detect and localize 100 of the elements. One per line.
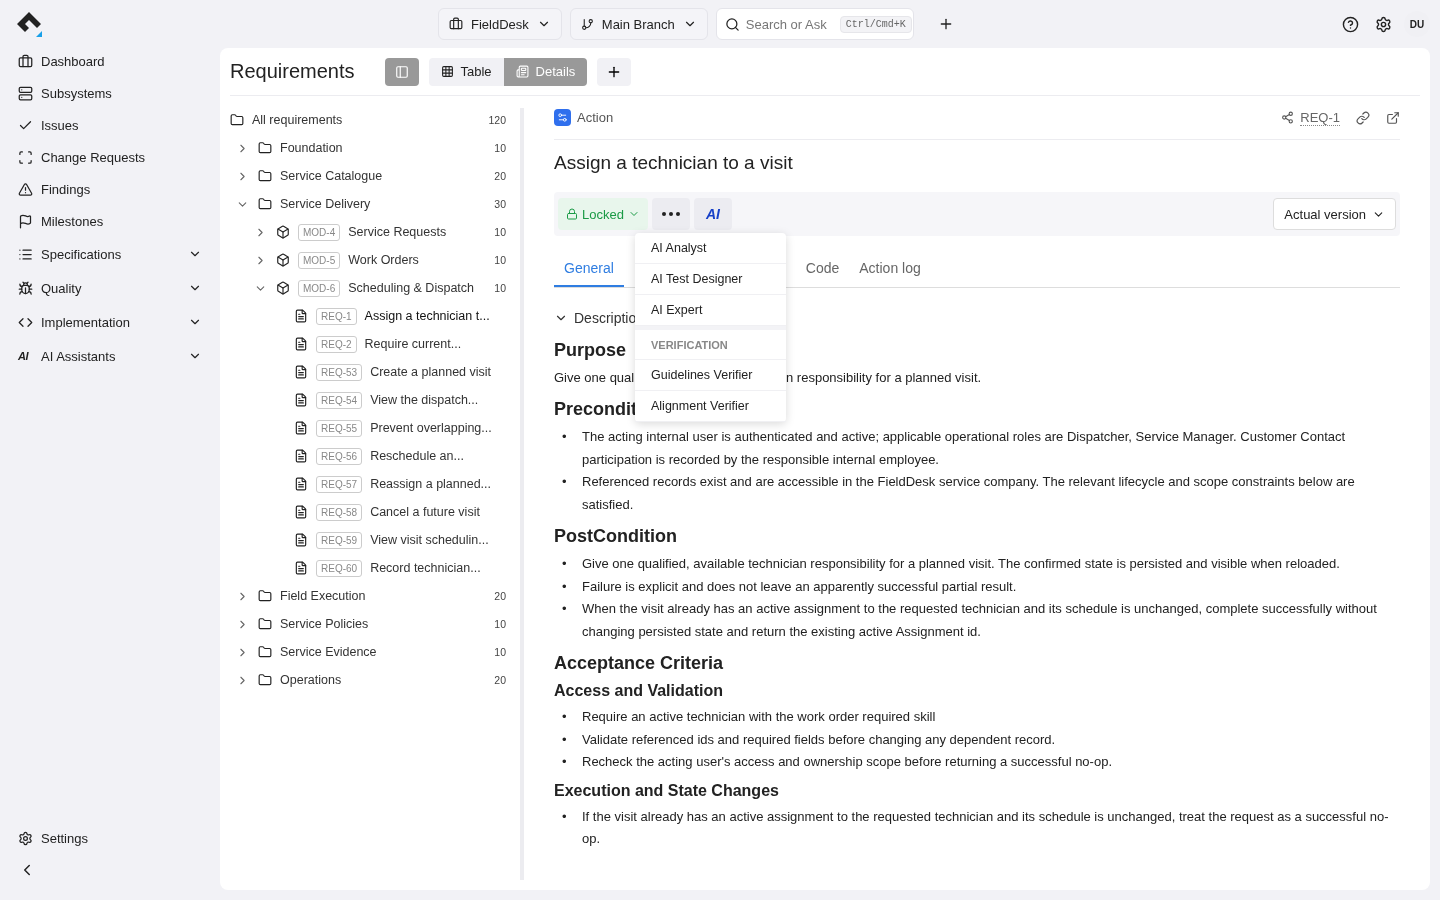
- item-count: 10: [494, 646, 506, 658]
- bullet-text: Failure is explicit and does not leave an apparently successful partial result.: [582, 577, 1018, 596]
- id-badge: MOD-5: [298, 251, 341, 269]
- nav-item[interactable]: Quality: [10, 271, 210, 305]
- tree-item[interactable]: Service Requests: [348, 225, 487, 239]
- menu-item[interactable]: Alignment Verifier: [635, 391, 786, 422]
- tree-item[interactable]: Foundation: [280, 141, 487, 155]
- id-badge: REQ-2: [316, 335, 357, 353]
- tree-item[interactable]: Reschedule an...: [370, 449, 506, 463]
- tree-item[interactable]: Field Execution: [280, 589, 487, 603]
- bullet-marker: •: [561, 807, 568, 826]
- more-button[interactable]: [651, 198, 690, 230]
- grid-icon: [440, 65, 454, 78]
- document-icon: [294, 449, 308, 463]
- branch-icon: [580, 17, 594, 31]
- menu-section-label: VERIFICATION: [635, 326, 786, 360]
- tree-item[interactable]: Assign a technician t...: [364, 309, 506, 323]
- section-heading: Acceptance Criteria: [554, 653, 724, 674]
- external-link-icon[interactable]: [1386, 110, 1400, 125]
- tree-item[interactable]: View visit schedulin...: [370, 533, 506, 547]
- bullet-text: Validate referenced ids and required fields before changing any dependent record.: [582, 730, 1057, 749]
- subsection-heading: Execution and State Changes: [554, 781, 779, 800]
- ai-button[interactable]: AI: [693, 198, 732, 230]
- nav-item[interactable]: Specifications: [10, 237, 210, 271]
- tree-item[interactable]: Service Catalogue: [280, 169, 487, 183]
- branch-selector[interactable]: Main Branch: [569, 8, 708, 40]
- nav-item[interactable]: Change Requests: [10, 141, 210, 173]
- section-toggle[interactable]: Descriptio: [574, 310, 637, 326]
- project-selector[interactable]: FieldDesk: [438, 8, 562, 40]
- nav-item[interactable]: Subsystems: [10, 77, 210, 109]
- bullet-marker: •: [561, 428, 568, 446]
- tab[interactable]: Action log: [849, 250, 931, 287]
- add-button[interactable]: [597, 57, 632, 86]
- nav-item[interactable]: Implementation: [10, 305, 210, 339]
- tree-item[interactable]: Scheduling & Dispatch: [348, 281, 487, 295]
- tree-item[interactable]: Service Policies: [280, 617, 487, 631]
- tree-item[interactable]: All requirements: [252, 113, 481, 127]
- section-heading: Purpose: [554, 340, 627, 361]
- tab[interactable]: Code: [795, 250, 850, 287]
- nav-item[interactable]: AI AI Assistants: [10, 339, 210, 373]
- share-icon[interactable]: [1281, 111, 1295, 124]
- menu-item[interactable]: AI Analyst: [635, 233, 786, 264]
- tree-item[interactable]: Cancel a future visit: [370, 505, 506, 519]
- bullet-marker: •: [561, 730, 568, 749]
- flag-icon: [18, 213, 33, 229]
- ai-mark: AI: [18, 350, 30, 362]
- folder-icon: [258, 197, 272, 211]
- item-count: 10: [494, 254, 506, 266]
- section-heading: PostCondition: [554, 526, 677, 547]
- item-count: 10: [494, 226, 506, 238]
- id-badge: REQ-57: [316, 475, 363, 493]
- subsection-heading: Access and Validation: [554, 682, 723, 700]
- id-badge: REQ-55: [316, 419, 363, 437]
- tree-item[interactable]: Service Delivery: [280, 197, 487, 211]
- version-dropdown[interactable]: Actual version: [1273, 198, 1396, 230]
- logo-icon[interactable]: [16, 11, 42, 37]
- menu-item[interactable]: AI Test Designer: [635, 264, 786, 295]
- lock-icon: [566, 208, 578, 220]
- bullet-marker: •: [561, 753, 568, 771]
- document-icon: [294, 365, 308, 379]
- action-type-icon: [554, 109, 571, 126]
- nav-item[interactable]: Issues: [10, 109, 210, 141]
- tree-item[interactable]: Operations: [280, 673, 487, 687]
- tree-item[interactable]: Reassign a planned...: [370, 477, 506, 491]
- tree-item[interactable]: Work Orders: [348, 253, 487, 267]
- search-field[interactable]: Search or Ask Ctrl/Cmd+K: [715, 8, 914, 40]
- bullet-text: Require an active technician with the work order required skill: [582, 708, 937, 726]
- nav-item[interactable]: Settings: [10, 822, 210, 854]
- menu-item[interactable]: AI Expert: [635, 295, 786, 326]
- item-count: 20: [494, 170, 506, 182]
- reference-link[interactable]: REQ-1: [1300, 109, 1340, 126]
- folder-icon: [258, 169, 272, 183]
- list-icon: [18, 246, 33, 262]
- tab[interactable]: General: [554, 250, 624, 287]
- tree-item[interactable]: Prevent overlapping...: [370, 421, 506, 435]
- tree-item[interactable]: Record technician...: [370, 561, 506, 575]
- id-badge: REQ-59: [316, 531, 363, 549]
- tree-item[interactable]: Service Evidence: [280, 645, 487, 659]
- cube-icon: [276, 253, 290, 267]
- folder-icon: [258, 673, 272, 687]
- folder-icon: [258, 589, 272, 603]
- tree-item[interactable]: View the dispatch...: [370, 393, 506, 407]
- id-badge: REQ-58: [316, 503, 363, 521]
- document-icon: [515, 65, 529, 78]
- nav-item[interactable]: Dashboard: [10, 45, 210, 77]
- nav-item[interactable]: Milestones: [10, 205, 210, 237]
- tree-item[interactable]: Create a planned visit: [370, 365, 506, 379]
- search-icon: [724, 16, 740, 32]
- view-tab[interactable]: Table: [428, 57, 504, 86]
- link-icon[interactable]: [1356, 110, 1370, 125]
- menu-item[interactable]: Guidelines Verifier: [635, 360, 786, 391]
- tree-item[interactable]: Require current...: [364, 337, 506, 351]
- bullet-text: Recheck the acting user's access and ownership scope before returning a successful no-op.: [582, 753, 1113, 771]
- nav-item[interactable]: Findings: [10, 173, 210, 205]
- panel-toggle-button[interactable]: [384, 57, 419, 86]
- document-icon: [294, 477, 308, 491]
- scan-icon: [18, 149, 33, 165]
- paragraph-text: Give one qual: [554, 369, 635, 387]
- bullet-marker: •: [561, 577, 568, 596]
- id-badge: MOD-4: [298, 223, 341, 241]
